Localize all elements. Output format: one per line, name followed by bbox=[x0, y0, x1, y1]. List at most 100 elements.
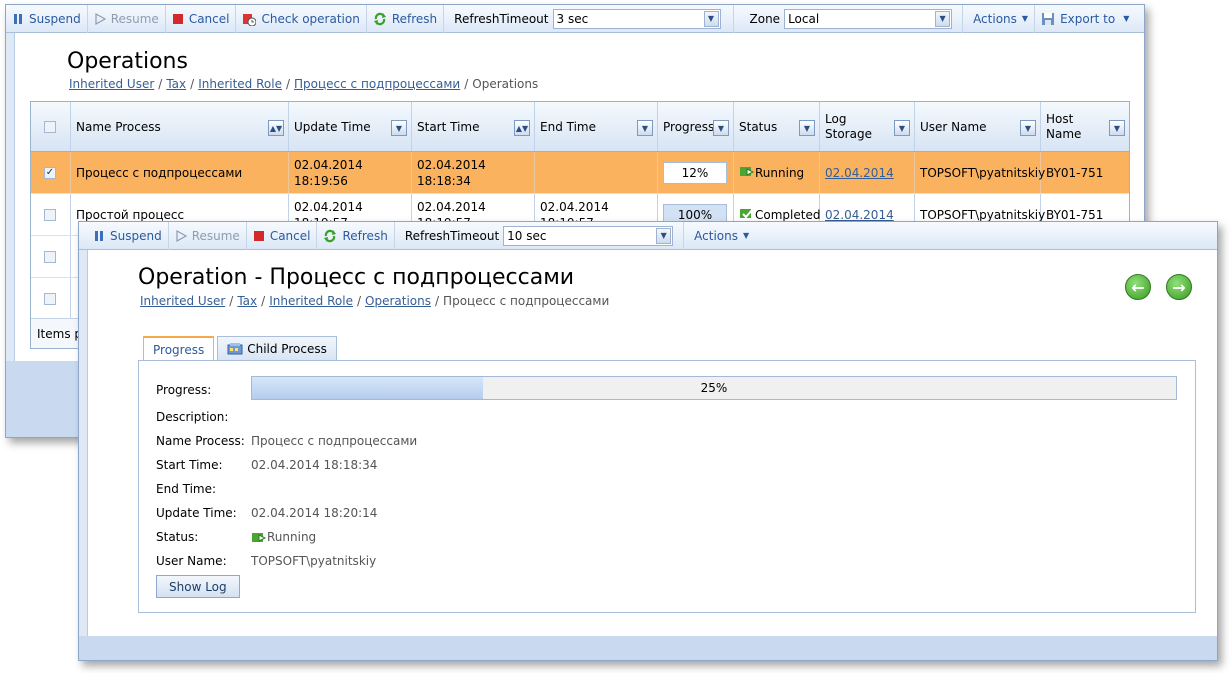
select-all-cell bbox=[31, 102, 71, 151]
row-select-cell: ✓ bbox=[31, 152, 71, 193]
next-arrow-icon[interactable]: → bbox=[1166, 274, 1192, 300]
breadcrumb-link-operations[interactable]: Operations bbox=[365, 294, 431, 308]
column-menu-icon[interactable]: ▼ bbox=[713, 120, 729, 136]
breadcrumb-link-inherited-role[interactable]: Inherited Role bbox=[198, 77, 282, 91]
column-log-storage[interactable]: Log Storage ▼ bbox=[820, 102, 915, 151]
sort-menu-icon[interactable]: ▲▼ bbox=[268, 120, 284, 136]
cell-host-name: BY01-751 bbox=[1046, 165, 1104, 180]
column-menu-icon[interactable]: ▼ bbox=[1020, 120, 1036, 136]
progress-box: 12% bbox=[663, 161, 727, 184]
row-checkbox[interactable] bbox=[44, 292, 56, 305]
column-start-time[interactable]: Start Time ▲▼ bbox=[412, 102, 535, 151]
actions-menu-button[interactable]: Actions ▼ bbox=[688, 222, 755, 250]
window-footer-band bbox=[79, 636, 1217, 660]
cancel-button[interactable]: Cancel bbox=[166, 4, 237, 33]
show-log-button[interactable]: Show Log bbox=[156, 575, 240, 598]
operation-toolbar: Suspend Resume Cancel Refresh RefreshTim… bbox=[79, 221, 1217, 250]
field-end-time: End Time: bbox=[156, 482, 217, 496]
cell-update-time: 02.04.2014 18:19:56 bbox=[289, 152, 412, 193]
tab-child-process[interactable]: Child Process bbox=[217, 336, 337, 360]
zone-select[interactable]: Local ▼ bbox=[784, 8, 953, 29]
grid-header: Name Process ▲▼ Update Time ▼ Start Time ▲▼… bbox=[31, 102, 1129, 152]
breadcrumb: Inherited User / Tax / Inherited Role / Operat… bbox=[140, 294, 610, 308]
zone-label: Zone bbox=[749, 11, 781, 26]
progress-bar: 25% bbox=[251, 376, 1177, 400]
column-menu-icon[interactable]: ▼ bbox=[637, 120, 653, 136]
field-description: Description: bbox=[156, 410, 229, 424]
actions-menu-button[interactable]: Actions ▼ bbox=[967, 4, 1036, 33]
cell-user-name: TOPSOFT\pyatnitskiy bbox=[915, 152, 1045, 193]
cell-log-storage: 02.04.2014 bbox=[820, 152, 915, 193]
export-to-button[interactable]: Export to ▼ bbox=[1035, 5, 1135, 33]
breadcrumb-link-tax[interactable]: Tax bbox=[237, 294, 257, 308]
stop-icon bbox=[172, 13, 184, 25]
resume-button[interactable]: Resume bbox=[169, 221, 247, 250]
previous-arrow-icon[interactable]: ← bbox=[1125, 274, 1151, 300]
breadcrumb: Inherited User / Tax / Inherited Role / Процес… bbox=[69, 77, 539, 91]
completed-status-icon bbox=[739, 207, 755, 222]
column-update-time[interactable]: Update Time ▼ bbox=[289, 102, 412, 151]
column-user-name[interactable]: User Name ▼ bbox=[915, 102, 1041, 151]
chevron-down-icon[interactable]: ▼ bbox=[703, 10, 719, 27]
row-select-cell bbox=[31, 236, 71, 277]
pause-icon bbox=[93, 230, 105, 242]
refresh-button[interactable]: Refresh bbox=[367, 4, 445, 33]
running-status-icon bbox=[739, 165, 755, 180]
progress-panel: Progress: 25% Description: Name Process:… bbox=[138, 360, 1196, 613]
sort-menu-icon[interactable]: ▲▼ bbox=[514, 120, 530, 136]
breadcrumb-link-inherited-role[interactable]: Inherited Role bbox=[269, 294, 353, 308]
chevron-down-icon[interactable]: ▼ bbox=[935, 10, 951, 27]
column-progress[interactable]: Progress ▼ bbox=[658, 102, 734, 151]
child-process-icon bbox=[227, 342, 243, 355]
page-title: Operations bbox=[67, 49, 188, 74]
running-status-icon bbox=[251, 531, 267, 543]
log-storage-link[interactable]: 02.04.2014 bbox=[825, 166, 894, 180]
suspend-button[interactable]: Suspend bbox=[6, 4, 88, 33]
cancel-button[interactable]: Cancel bbox=[247, 221, 318, 250]
breadcrumb-link-inherited-user[interactable]: Inherited User bbox=[69, 77, 154, 91]
operation-detail-window: Suspend Resume Cancel Refresh RefreshTim… bbox=[78, 221, 1218, 661]
column-status[interactable]: Status ▼ bbox=[734, 102, 820, 151]
suspend-button[interactable]: Suspend bbox=[79, 221, 169, 250]
column-menu-icon[interactable]: ▼ bbox=[391, 120, 407, 136]
row-checkbox[interactable] bbox=[44, 250, 56, 263]
cell-start-time: 02.04.2014 18:18:34 bbox=[412, 152, 535, 193]
refresh-timeout-select[interactable]: 10 sec ▼ bbox=[503, 225, 674, 246]
play-icon bbox=[175, 229, 187, 242]
refresh-timeout-label: RefreshTimeout bbox=[454, 11, 549, 26]
refresh-icon bbox=[373, 12, 387, 26]
column-host-name[interactable]: Host Name ▼ bbox=[1041, 102, 1129, 151]
refresh-icon bbox=[323, 229, 337, 243]
tab-progress[interactable]: Progress bbox=[143, 336, 215, 361]
refresh-timeout-select[interactable]: 3 sec ▼ bbox=[552, 8, 721, 29]
column-menu-icon[interactable]: ▼ bbox=[799, 120, 815, 136]
stop-icon bbox=[253, 230, 265, 242]
collapse-handle[interactable] bbox=[79, 250, 88, 636]
field-user-name: User Name: TOPSOFT\pyatnitskiy bbox=[156, 554, 377, 568]
row-select-cell bbox=[31, 278, 71, 319]
column-menu-icon[interactable]: ▼ bbox=[894, 120, 910, 136]
breadcrumb-link-tax[interactable]: Tax bbox=[166, 77, 186, 91]
cell-name: Процесс с подпроцессами bbox=[71, 152, 289, 193]
cell-status: Running bbox=[734, 152, 820, 193]
row-checkbox[interactable]: ✓ bbox=[44, 166, 56, 179]
select-all-checkbox[interactable] bbox=[44, 120, 56, 133]
column-menu-icon[interactable]: ▼ bbox=[1109, 120, 1125, 136]
breadcrumb-link-inherited-user[interactable]: Inherited User bbox=[140, 294, 225, 308]
breadcrumb-current: Operations bbox=[472, 77, 539, 91]
column-end-time[interactable]: End Time ▼ bbox=[535, 102, 658, 151]
check-operation-button[interactable]: Check operation bbox=[236, 4, 367, 33]
pause-icon bbox=[12, 13, 24, 25]
cell-end-time bbox=[535, 152, 658, 193]
column-name-process[interactable]: Name Process ▲▼ bbox=[71, 102, 289, 151]
refresh-button[interactable]: Refresh bbox=[317, 221, 395, 250]
resume-button[interactable]: Resume bbox=[88, 4, 166, 33]
breadcrumb-current: Процесс с подпроцессами bbox=[443, 294, 610, 308]
chevron-down-icon[interactable]: ▼ bbox=[656, 227, 672, 244]
log-storage-link[interactable]: 02.04.2014 bbox=[825, 208, 894, 222]
chevron-down-icon: ▼ bbox=[743, 231, 750, 240]
breadcrumb-link-process[interactable]: Процесс с подпроцессами bbox=[294, 77, 460, 91]
detail-tabs: Progress Child Process bbox=[143, 336, 340, 361]
table-row[interactable]: ✓ Процесс с подпроцессами 02.04.2014 18:1… bbox=[31, 152, 1129, 194]
row-checkbox[interactable] bbox=[44, 208, 56, 221]
